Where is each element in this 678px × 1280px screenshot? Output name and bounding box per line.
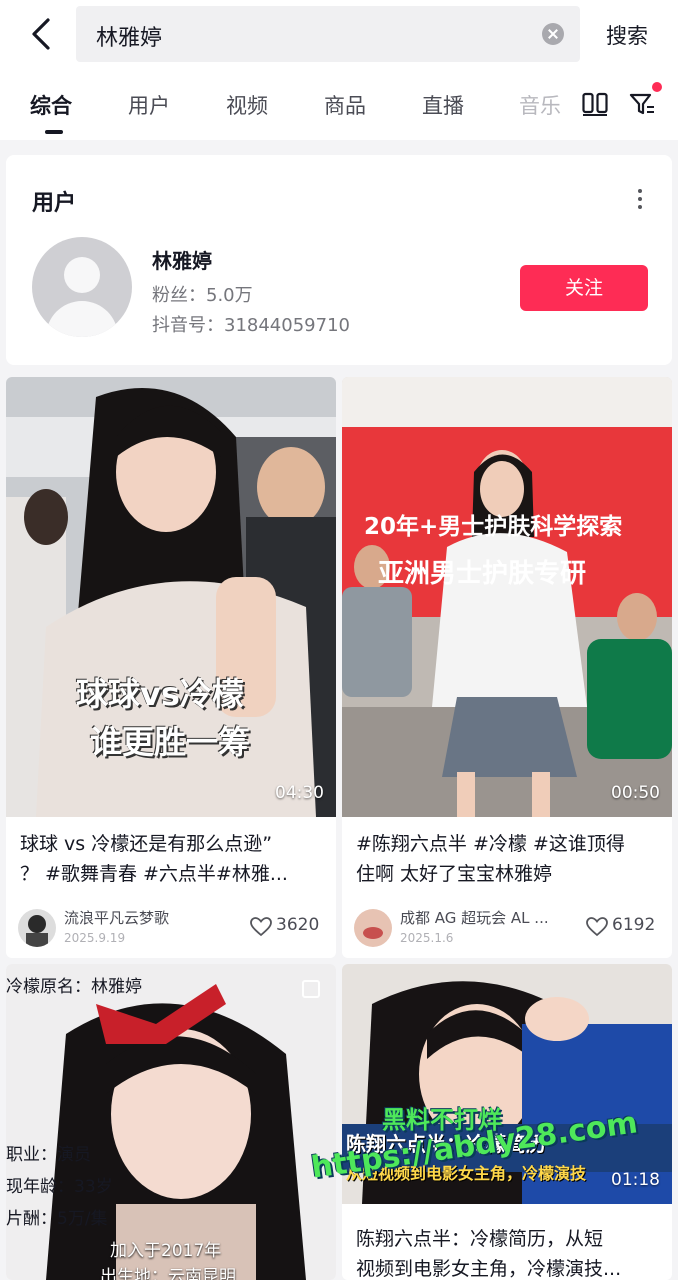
like-count: 6192 <box>612 915 656 935</box>
tab-music[interactable]: 音乐 <box>519 90 561 120</box>
video-caption[interactable]: 球球 vs 冷檬还是有那么点逊” ？ #歌舞青春 #六点半#林雅... <box>20 829 324 889</box>
banner-text: 20年+男士护肤科学探索 <box>364 514 623 540</box>
video-overlay-line: 球球vs冷檬 <box>76 675 244 713</box>
overlay-info: 冷檬原名：林雅婷 <box>6 977 142 997</box>
search-button[interactable]: 搜索 <box>606 20 648 50</box>
notification-dot <box>652 82 662 92</box>
video-caption[interactable]: #陈翔六点半 #冷檬 #这谁顶得 住啊 太好了宝宝林雅婷 <box>356 829 660 889</box>
result-tabs: 综合 用户 视频 商品 直播 音乐 <box>0 68 678 140</box>
video-card[interactable]: 20年+男士护肤科学探索 亚洲男士护肤专研 00:50 #陈翔六点半 #冷檬 #… <box>342 377 672 958</box>
author-name[interactable]: 成都 AG 超玩会 AL ... <box>400 907 549 928</box>
caption-line: #陈翔六点半 #冷檬 #这谁顶得 <box>356 833 625 855</box>
user-name[interactable]: 林雅婷 <box>152 245 212 274</box>
douyin-id: 抖音号：31844059710 <box>152 315 350 336</box>
search-query[interactable]: 林雅婷 <box>96 20 162 52</box>
follow-button[interactable]: 关注 <box>520 265 648 311</box>
filter-icon[interactable] <box>628 90 656 118</box>
tab-videos[interactable]: 视频 <box>226 90 268 120</box>
tab-live[interactable]: 直播 <box>422 90 464 120</box>
author-avatar[interactable] <box>354 909 392 947</box>
overlay-info: 加入于2017年 <box>110 1241 222 1261</box>
author-avatar[interactable] <box>18 909 56 947</box>
video-caption[interactable]: 陈翔六点半：冷檬简历，从短 视频到电影女主角，冷檬演技... <box>356 1224 660 1280</box>
section-title: 用户 <box>32 191 77 216</box>
multi-image-icon <box>302 980 320 998</box>
video-duration: 04:30 <box>275 783 324 803</box>
video-overlay-line: 谁更胜一筹 <box>90 723 251 761</box>
back-arrow-icon[interactable] <box>22 14 62 54</box>
caption-line: 住啊 太好了宝宝林雅婷 <box>356 863 553 885</box>
banner-text: 亚洲男士护肤专研 <box>378 559 587 589</box>
overlay-info: 现年龄：33岁 <box>6 1177 113 1197</box>
overlay-info: 出生地：云南昆明 <box>100 1267 236 1280</box>
like-count: 3620 <box>276 915 320 935</box>
video-duration: 00:50 <box>611 783 660 803</box>
caption-line: 陈翔六点半：冷檬简历，从短 <box>356 1228 604 1250</box>
user-result-card[interactable]: 用户 林雅婷 粉丝：5.0万 抖音号：31844059710 关注 <box>6 155 672 365</box>
search-input[interactable]: 林雅婷 <box>76 6 580 62</box>
heart-icon[interactable] <box>250 917 272 937</box>
heart-icon[interactable] <box>586 917 608 937</box>
author-name[interactable]: 流浪平凡云梦歌 <box>64 907 169 928</box>
avatar[interactable] <box>32 237 132 337</box>
tab-products[interactable]: 商品 <box>324 90 366 120</box>
video-duration: 01:18 <box>611 1170 660 1190</box>
video-card[interactable]: 冷檬原名：林雅婷 职业：演员 现年龄：33岁 片酬：5万/集 加入于2017年 … <box>6 964 336 1280</box>
top-bar: 林雅婷 搜索 <box>0 0 678 68</box>
tab-comprehensive[interactable]: 综合 <box>30 90 72 120</box>
overlay-info: 职业：演员 <box>6 1145 91 1165</box>
caption-line: 视频到电影女主角，冷檬演技... <box>356 1258 622 1280</box>
video-card[interactable]: 球球vs冷檬 谁更胜一筹 04:30 球球 vs 冷檬还是有那么点逊” ？ #歌… <box>6 377 336 958</box>
active-tab-indicator <box>45 130 63 134</box>
clear-search-icon[interactable] <box>542 23 564 45</box>
post-date: 2025.1.6 <box>400 931 454 945</box>
overlay-info: 片酬：5万/集 <box>6 1209 108 1229</box>
video-thumbnail[interactable]: 球球vs冷檬 谁更胜一筹 04:30 <box>6 377 336 817</box>
more-options-icon[interactable] <box>636 189 644 213</box>
layout-toggle-icon[interactable] <box>582 92 608 116</box>
tab-users[interactable]: 用户 <box>128 90 170 120</box>
video-thumbnail[interactable]: 冷檬原名：林雅婷 职业：演员 现年龄：33岁 片酬：5万/集 加入于2017年 … <box>6 964 336 1280</box>
caption-line: 球球 vs 冷檬还是有那么点逊” <box>20 833 273 855</box>
video-thumbnail[interactable]: 20年+男士护肤科学探索 亚洲男士护肤专研 00:50 <box>342 377 672 817</box>
post-date: 2025.9.19 <box>64 931 126 945</box>
caption-line: ？ #歌舞青春 #六点半#林雅... <box>20 863 288 885</box>
fans-count: 粉丝：5.0万 <box>152 285 253 306</box>
